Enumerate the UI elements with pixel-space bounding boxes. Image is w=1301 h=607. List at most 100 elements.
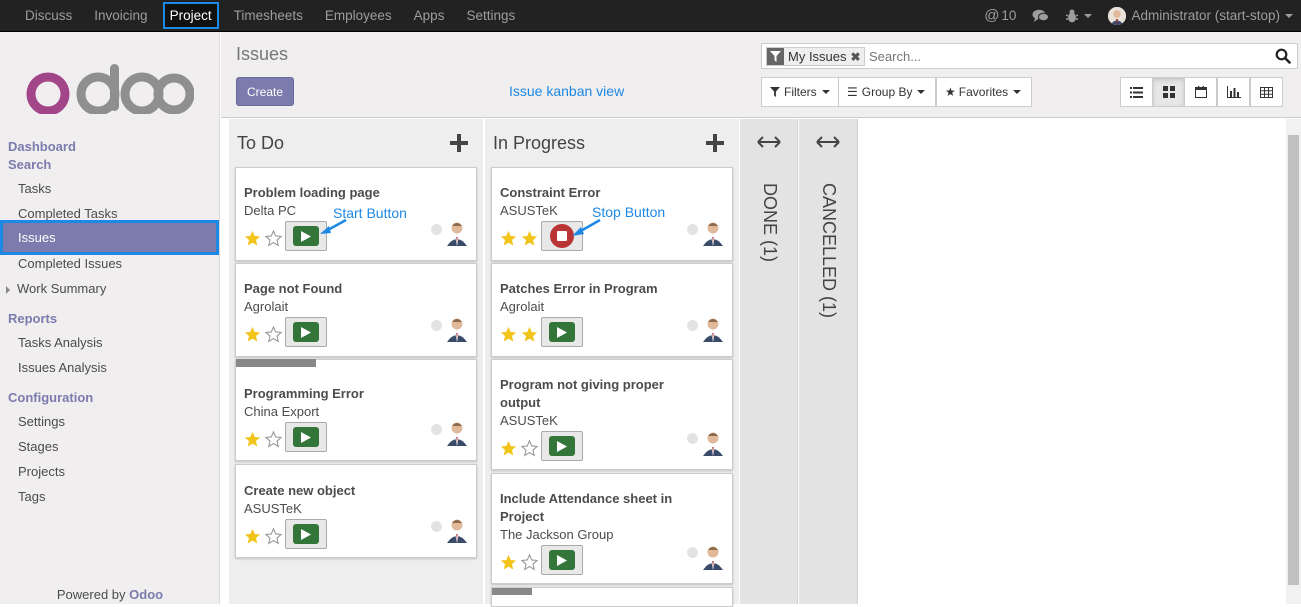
- expand-arrows-icon[interactable]: [816, 135, 840, 149]
- debug-button[interactable]: [1065, 9, 1093, 23]
- kanban-state-dot[interactable]: [687, 224, 698, 235]
- sidebar-item-tasks-analysis[interactable]: Tasks Analysis: [18, 335, 103, 350]
- star-filled-icon[interactable]: [244, 326, 261, 343]
- search-box: My Issues ✖: [761, 43, 1298, 69]
- star-empty-icon[interactable]: [265, 431, 282, 448]
- priority-stars[interactable]: [500, 326, 542, 343]
- powered-by-brand[interactable]: Odoo: [129, 587, 163, 602]
- priority-stars[interactable]: [500, 440, 542, 457]
- page-title[interactable]: Issues: [236, 44, 288, 65]
- star-filled-icon[interactable]: [500, 326, 517, 343]
- star-filled-icon[interactable]: [500, 230, 517, 247]
- search-input[interactable]: [869, 47, 1249, 66]
- timer-start-button[interactable]: [541, 317, 583, 347]
- sidebar-item-projects[interactable]: Projects: [18, 464, 65, 479]
- plus-icon[interactable]: [449, 133, 469, 153]
- sidebar-item-completed-tasks[interactable]: Completed Tasks: [18, 206, 117, 221]
- menu-project[interactable]: Project: [162, 2, 219, 29]
- group-by-label: Group By: [861, 85, 913, 99]
- column-title[interactable]: To Do: [237, 133, 284, 154]
- kanban-state-dot[interactable]: [687, 547, 698, 558]
- kanban-card[interactable]: Patches Error in Program Agrolait: [491, 263, 733, 357]
- star-filled-icon[interactable]: [500, 554, 517, 571]
- kanban-state-dot[interactable]: [431, 320, 442, 331]
- star-filled-icon[interactable]: [521, 230, 538, 247]
- sidebar-section-search: Search: [8, 157, 52, 172]
- kanban-card[interactable]: Programming Error China Export: [235, 359, 477, 461]
- kanban-view-button[interactable]: [1152, 77, 1185, 107]
- timer-start-button[interactable]: [285, 519, 327, 549]
- graph-view-button[interactable]: [1217, 77, 1250, 107]
- favorites-button[interactable]: ★ Favorites: [936, 77, 1032, 107]
- pivot-view-button[interactable]: [1250, 77, 1283, 107]
- priority-stars[interactable]: [244, 326, 286, 343]
- kanban-state-dot[interactable]: [431, 224, 442, 235]
- filter-icon: [770, 87, 780, 97]
- menu-invoicing[interactable]: Invoicing: [83, 0, 158, 31]
- search-icon[interactable]: [1275, 48, 1291, 64]
- timer-start-button[interactable]: [285, 317, 327, 347]
- priority-stars[interactable]: [244, 528, 286, 545]
- priority-stars[interactable]: [500, 230, 542, 247]
- menu-discuss[interactable]: Discuss: [14, 0, 83, 31]
- sidebar-item-work-summary[interactable]: Work Summary: [6, 281, 106, 296]
- group-by-button[interactable]: ☰ Group By: [838, 77, 936, 107]
- star-filled-icon[interactable]: [244, 230, 261, 247]
- sidebar-item-tasks[interactable]: Tasks: [18, 181, 51, 196]
- kanban-column-cancelled-folded[interactable]: CANCELLED (1): [799, 119, 858, 604]
- sidebar-item-tags[interactable]: Tags: [18, 489, 45, 504]
- close-icon[interactable]: ✖: [851, 50, 864, 64]
- sidebar-item-issues[interactable]: Issues: [0, 220, 219, 255]
- calendar-view-button[interactable]: [1184, 77, 1217, 107]
- sidebar-item-issues-analysis[interactable]: Issues Analysis: [18, 360, 107, 375]
- star-filled-icon[interactable]: [244, 431, 261, 448]
- star-filled-icon[interactable]: [244, 528, 261, 545]
- kanban-card[interactable]: Include Attendance sheet in Project The …: [491, 473, 733, 584]
- sidebar-item-settings[interactable]: Settings: [18, 414, 65, 429]
- menu-timesheets[interactable]: Timesheets: [223, 0, 314, 31]
- filters-button[interactable]: Filters: [761, 77, 839, 107]
- priority-stars[interactable]: [244, 230, 286, 247]
- star-empty-icon[interactable]: [521, 440, 538, 457]
- timer-start-button[interactable]: [541, 431, 583, 461]
- sidebar-item-work-summary-label: Work Summary: [17, 281, 107, 296]
- kanban-card[interactable]: [491, 587, 733, 607]
- kanban-card[interactable]: Create new object ASUSTeK: [235, 464, 477, 558]
- filter-icon: [767, 48, 784, 65]
- timer-start-button[interactable]: [285, 422, 327, 452]
- menu-settings[interactable]: Settings: [455, 0, 526, 31]
- create-button[interactable]: Create: [236, 77, 294, 106]
- kanban-state-dot[interactable]: [431, 424, 442, 435]
- star-filled-icon[interactable]: [500, 440, 517, 457]
- sidebar-item-stages[interactable]: Stages: [18, 439, 58, 454]
- user-menu[interactable]: Administrator (start-stop): [1108, 6, 1293, 25]
- star-filled-icon[interactable]: [521, 326, 538, 343]
- menu-employees[interactable]: Employees: [314, 0, 403, 31]
- kanban-column-done-folded[interactable]: DONE (1): [740, 119, 798, 604]
- priority-stars[interactable]: [500, 554, 542, 571]
- list-view-button[interactable]: [1120, 77, 1153, 107]
- plus-icon[interactable]: [705, 133, 725, 153]
- sidebar-item-completed-issues[interactable]: Completed Issues: [18, 256, 122, 271]
- mentions-button[interactable]: @ 10: [984, 7, 1016, 24]
- kanban-state-dot[interactable]: [687, 433, 698, 444]
- sidebar-section-dashboard[interactable]: Dashboard: [8, 139, 76, 154]
- star-empty-icon[interactable]: [265, 230, 282, 247]
- column-title[interactable]: In Progress: [493, 133, 585, 154]
- star-empty-icon[interactable]: [265, 528, 282, 545]
- mentions-count: 10: [1001, 8, 1017, 23]
- priority-stars[interactable]: [244, 431, 286, 448]
- kanban-icon: [1162, 86, 1175, 98]
- kanban-card[interactable]: Program not giving proper output ASUSTeK: [491, 359, 733, 470]
- scrollbar-thumb[interactable]: [1288, 135, 1299, 585]
- star-empty-icon[interactable]: [265, 326, 282, 343]
- star-empty-icon[interactable]: [521, 554, 538, 571]
- expand-arrows-icon[interactable]: [757, 135, 781, 149]
- kanban-card[interactable]: Page not Found Agrolait: [235, 263, 477, 357]
- vertical-scrollbar[interactable]: [1286, 119, 1301, 604]
- kanban-state-dot[interactable]: [431, 521, 442, 532]
- menu-apps[interactable]: Apps: [403, 0, 456, 31]
- timer-start-button[interactable]: [541, 545, 583, 575]
- kanban-state-dot[interactable]: [687, 320, 698, 331]
- chat-button[interactable]: [1032, 9, 1050, 23]
